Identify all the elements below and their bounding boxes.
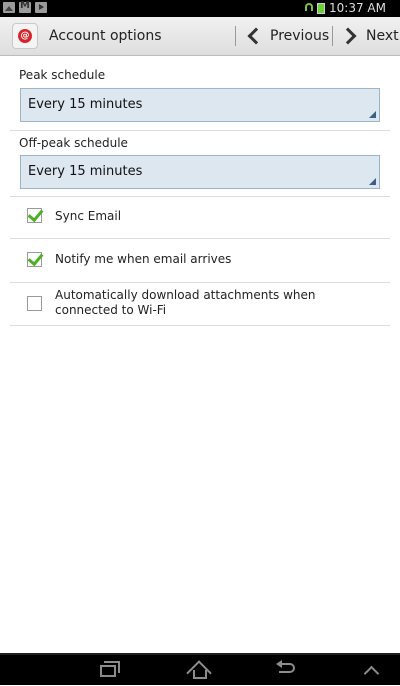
auto-download-checkbox[interactable] [27, 296, 42, 311]
play-store-icon [35, 2, 47, 13]
back-icon[interactable] [276, 660, 298, 677]
chevron-up-icon[interactable] [364, 665, 380, 681]
offpeak-schedule-label: Off-peak schedule [19, 136, 128, 150]
divider [235, 26, 236, 46]
wifi-icon [305, 3, 314, 13]
email-app-icon[interactable]: @ [12, 23, 38, 49]
divider [332, 26, 333, 46]
next-label: Next [366, 28, 399, 44]
navigation-bar [0, 653, 400, 685]
checkmark-icon [27, 205, 44, 223]
notification-icons [3, 0, 47, 13]
page-title: Account options [49, 28, 162, 44]
dropdown-indicator-icon [369, 178, 376, 185]
next-button[interactable]: Next [339, 24, 399, 48]
peak-schedule-value: Every 15 minutes [28, 97, 143, 112]
action-bar: @ Account options Previous Next [0, 17, 400, 56]
offpeak-schedule-select[interactable]: Every 15 minutes [20, 155, 380, 189]
checkmark-icon [27, 249, 44, 267]
gmail-icon [19, 0, 31, 13]
peak-schedule-select[interactable]: Every 15 minutes [20, 88, 380, 122]
sync-email-checkbox[interactable] [27, 205, 44, 223]
home-icon[interactable] [186, 661, 214, 679]
previous-label: Previous [270, 28, 330, 44]
auto-download-option[interactable]: Automatically download attachments when … [10, 283, 390, 325]
battery-icon [317, 2, 326, 14]
divider [10, 130, 390, 131]
sync-email-option[interactable]: Sync Email [10, 197, 390, 237]
dropdown-indicator-icon [369, 111, 376, 118]
notify-checkbox[interactable] [27, 249, 44, 267]
gallery-icon [3, 2, 15, 13]
chevron-left-icon [247, 27, 265, 45]
sync-email-label: Sync Email [55, 209, 122, 223]
auto-download-label: Automatically download attachments when … [55, 288, 316, 317]
recent-apps-icon[interactable] [100, 661, 122, 677]
peak-schedule-label: Peak schedule [19, 68, 106, 82]
chevron-right-icon [339, 27, 357, 45]
offpeak-schedule-value: Every 15 minutes [28, 164, 143, 179]
previous-button[interactable]: Previous [246, 24, 329, 48]
divider [10, 325, 390, 326]
status-bar: 10:37 AM [0, 0, 400, 17]
notify-option[interactable]: Notify me when email arrives [10, 239, 390, 281]
clock: 10:37 AM [329, 1, 386, 15]
notify-label: Notify me when email arrives [55, 252, 232, 266]
